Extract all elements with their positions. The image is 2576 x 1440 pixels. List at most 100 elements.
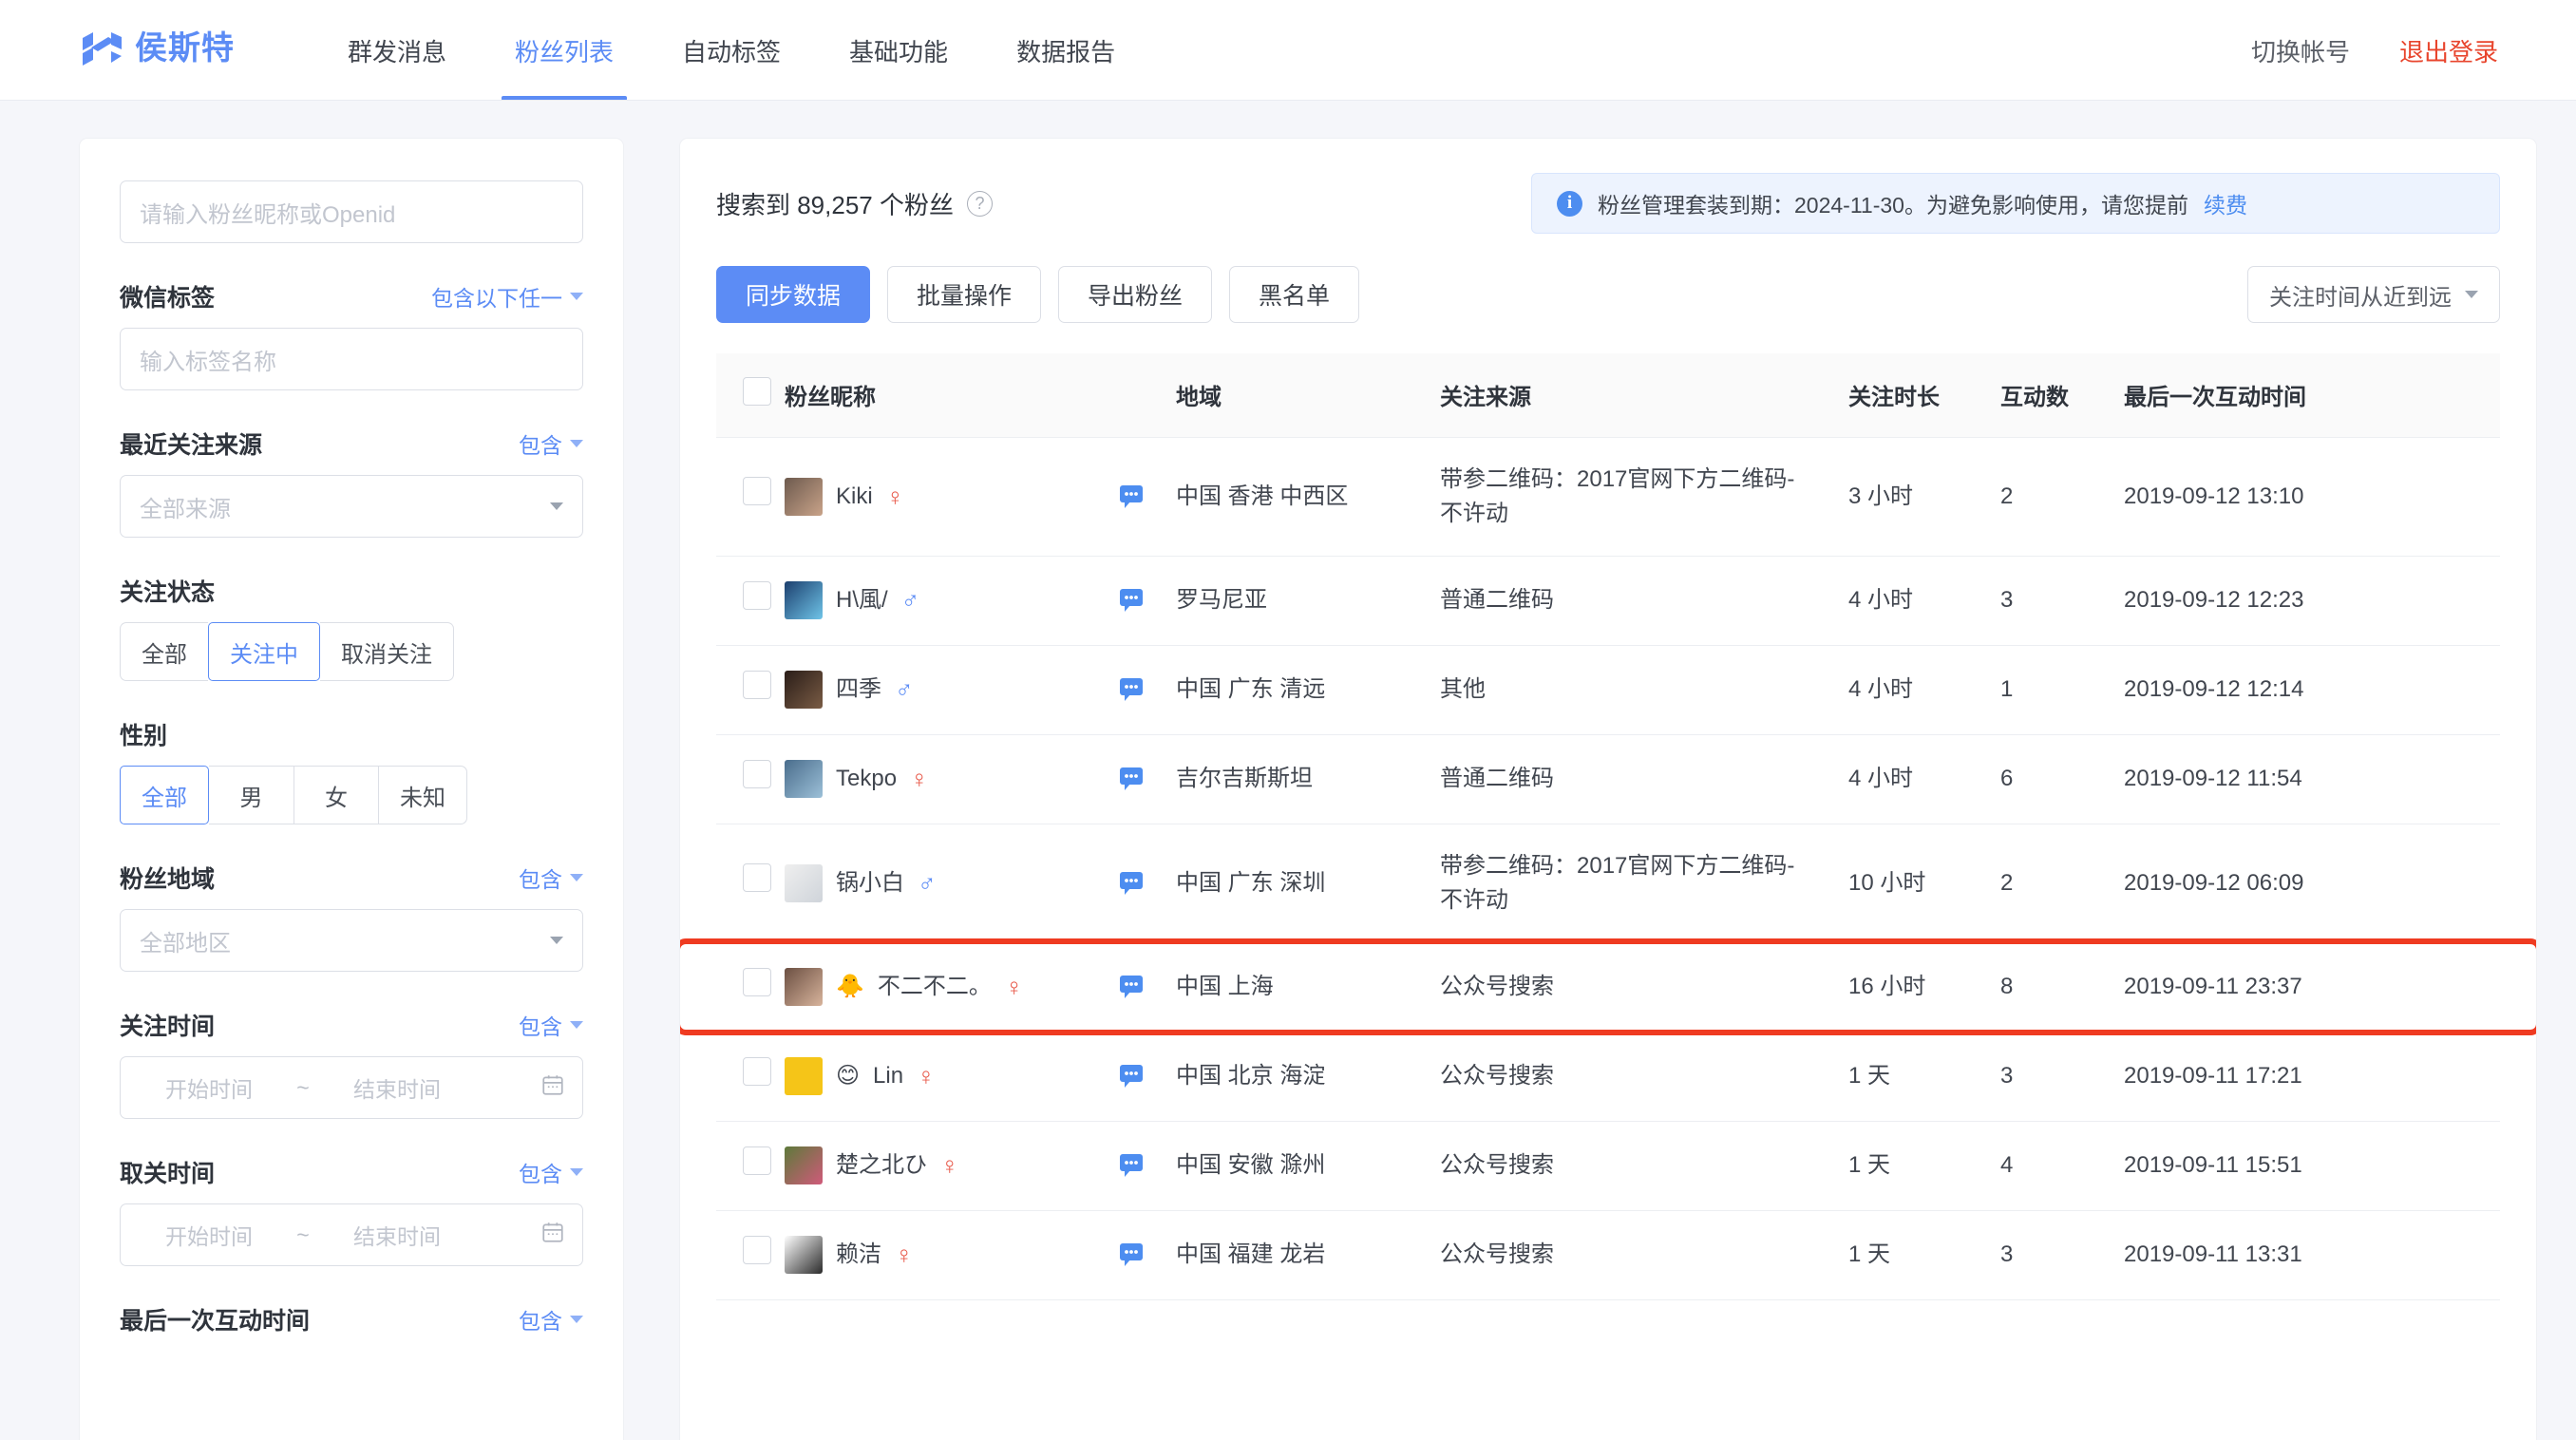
source-cell: 普通二维码 xyxy=(1440,556,1848,646)
row-checkbox[interactable] xyxy=(743,863,771,892)
nav-item-shujubaogao[interactable]: 数据报告 xyxy=(982,0,1149,101)
table-row[interactable]: 楚之北ひ ♀ 中国 安徽 滁州 公众号搜索 1 天 4 2019-09-11 15:51 xyxy=(716,1121,2500,1211)
row-checkbox[interactable] xyxy=(743,670,771,699)
table-row[interactable]: Kiki ♀ 中国 香港 中西区 带参二维码：2017官网下方二维码-不许动 3 小时 2… xyxy=(716,437,2500,557)
row-checkbox[interactable] xyxy=(743,759,771,788)
unfollow-time-range-picker[interactable]: 开始时间 ~ 结束时间 xyxy=(120,1203,583,1266)
nickname-text: 赖洁 xyxy=(836,1241,881,1267)
batch-operation-button[interactable]: 批量操作 xyxy=(887,266,1042,323)
source-cell: 带参二维码：2017官网下方二维码-不许动 xyxy=(1440,824,1848,943)
calendar-icon[interactable] xyxy=(540,1220,565,1250)
row-checkbox[interactable] xyxy=(743,1056,771,1086)
gender-segmented: 全部 男 女 未知 xyxy=(120,766,467,824)
gender-option-male[interactable]: 男 xyxy=(209,766,294,824)
select-all-checkbox[interactable] xyxy=(743,377,771,407)
gender-option-all[interactable]: 全部 xyxy=(120,766,209,824)
follow-time-mode-dropdown[interactable]: 包含 xyxy=(519,1009,583,1041)
nickname-text: 四季 xyxy=(836,676,881,702)
nav-item-jichugongneng[interactable]: 基础功能 xyxy=(815,0,982,101)
table-row[interactable]: 🐥 不二不二。 ♀ 中国 上海 公众号搜索 16 小时 8 2019-09-11 23:37 xyxy=(716,942,2500,1033)
column-region: 地域 xyxy=(1176,353,1440,438)
nav-item-qunfaxiaoxi[interactable]: 群发消息 xyxy=(313,0,481,101)
recent-source-mode-dropdown[interactable]: 包含 xyxy=(519,427,583,460)
nickname-emoji: 🐥 xyxy=(836,974,864,999)
nav-item-fensiliebiao[interactable]: 粉丝列表 xyxy=(481,0,648,101)
fan-region-label: 粉丝地域 xyxy=(120,866,216,893)
column-select-all xyxy=(716,353,785,438)
follow-status-option-unfollowed[interactable]: 取消关注 xyxy=(320,622,454,681)
chat-bubble-icon[interactable] xyxy=(1117,974,1146,1000)
recent-source-select[interactable]: 全部来源 xyxy=(120,475,583,538)
unfollow-time-label-row: 取关时间 包含 xyxy=(120,1155,583,1189)
follow-status-option-all[interactable]: 全部 xyxy=(120,622,208,681)
follow-time-label-row: 关注时间 包含 xyxy=(120,1008,583,1042)
unfollow-time-end-input[interactable]: 结束时间 xyxy=(326,1219,468,1251)
wechat-tag-input[interactable]: 输入标签名称 xyxy=(120,328,583,390)
source-cell: 公众号搜索 xyxy=(1440,1032,1848,1122)
wechat-tag-mode-dropdown[interactable]: 包含以下任一 xyxy=(431,280,583,313)
follow-time-start-input[interactable]: 开始时间 xyxy=(138,1071,280,1104)
main-nav: 群发消息 粉丝列表 自动标签 基础功能 数据报告 xyxy=(313,0,1149,101)
last-interact-cell: 2019-09-11 23:37 xyxy=(2124,942,2500,1033)
table-row[interactable]: H\風/ ♂ 罗马尼亚 普通二维码 4 小时 3 2019-09-12 12:23 xyxy=(716,556,2500,646)
follow-time-end-input[interactable]: 结束时间 xyxy=(326,1071,468,1104)
fan-region-mode-dropdown[interactable]: 包含 xyxy=(519,862,583,894)
chat-bubble-icon[interactable] xyxy=(1117,1152,1146,1179)
row-checkbox[interactable] xyxy=(743,967,771,996)
follow-status-option-following[interactable]: 关注中 xyxy=(208,622,320,681)
table-row[interactable]: Tekpo ♀ 吉尔吉斯斯坦 普通二维码 4 小时 6 2019-09-12 11:54 xyxy=(716,734,2500,824)
fan-region-value: 全部地区 xyxy=(140,930,231,957)
nav-item-zidongbiaoqian[interactable]: 自动标签 xyxy=(648,0,815,101)
brand-logo[interactable]: 侯斯特 xyxy=(80,0,235,101)
switch-account-link[interactable]: 切换帐号 xyxy=(2251,33,2350,68)
chat-bubble-icon[interactable] xyxy=(1117,870,1146,897)
blacklist-button[interactable]: 黑名单 xyxy=(1229,266,1360,323)
duration-cell: 4 小时 xyxy=(1848,556,2000,646)
gender-option-female[interactable]: 女 xyxy=(294,766,378,824)
nickname-text: Tekpo xyxy=(836,766,898,791)
follow-time-range-picker[interactable]: 开始时间 ~ 结束时间 xyxy=(120,1056,583,1119)
row-select-cell xyxy=(716,1210,785,1300)
row-checkbox[interactable] xyxy=(743,477,771,505)
logout-link[interactable]: 退出登录 xyxy=(2399,33,2498,68)
chat-bubble-icon[interactable] xyxy=(1117,1241,1146,1268)
gender-option-unknown[interactable]: 未知 xyxy=(378,766,467,824)
last-interact-time-mode-dropdown[interactable]: 包含 xyxy=(519,1303,583,1336)
chat-bubble-icon[interactable] xyxy=(1117,587,1146,614)
row-checkbox[interactable] xyxy=(743,580,771,610)
last-interact-cell: 2019-09-12 13:10 xyxy=(2124,437,2500,557)
calendar-icon[interactable] xyxy=(540,1072,565,1103)
table-row[interactable]: 锅小白 ♂ 中国 广东 深圳 带参二维码：2017官网下方二维码-不许动 10 小时 2 2… xyxy=(716,824,2500,943)
chat-bubble-icon[interactable] xyxy=(1117,1063,1146,1089)
table-toolbar: 同步数据 批量操作 导出粉丝 黑名单 关注时间从近到远 xyxy=(716,266,2500,323)
nickname-text: 锅小白 xyxy=(836,869,904,896)
question-mark-icon[interactable]: ? xyxy=(966,190,993,217)
column-source: 关注来源 xyxy=(1440,353,1848,438)
region-cell: 中国 上海 xyxy=(1176,942,1440,1033)
last-interact-cell: 2019-09-11 17:21 xyxy=(2124,1032,2500,1122)
renew-link[interactable]: 续费 xyxy=(2204,187,2247,219)
sort-order-value: 关注时间从近到远 xyxy=(2269,284,2452,311)
unfollow-time-start-input[interactable]: 开始时间 xyxy=(138,1219,280,1251)
region-cell: 中国 广东 深圳 xyxy=(1176,824,1440,943)
gender-label: 性别 xyxy=(120,723,168,749)
chat-bubble-icon[interactable] xyxy=(1117,676,1146,703)
row-checkbox[interactable] xyxy=(743,1235,771,1264)
chat-bubble-icon[interactable] xyxy=(1117,766,1146,792)
row-checkbox[interactable] xyxy=(743,1146,771,1175)
sort-order-select[interactable]: 关注时间从近到远 xyxy=(2247,266,2500,323)
sync-data-button[interactable]: 同步数据 xyxy=(716,266,871,323)
table-row[interactable]: 😊 Lin ♀ 中国 北京 海淀 公众号搜索 1 天 3 2019-09-11 17:21 xyxy=(716,1032,2500,1122)
info-icon: i xyxy=(1557,190,1582,217)
fan-region-select[interactable]: 全部地区 xyxy=(120,909,583,972)
nickname-cell: Kiki ♀ xyxy=(785,437,1117,557)
avatar xyxy=(785,863,823,902)
gender-icon: ♂ xyxy=(895,675,914,704)
search-input[interactable]: 请输入粉丝昵称或Openid xyxy=(120,180,583,243)
chat-bubble-icon[interactable] xyxy=(1117,483,1146,510)
unfollow-time-mode-dropdown[interactable]: 包含 xyxy=(519,1156,583,1188)
export-fans-button[interactable]: 导出粉丝 xyxy=(1058,266,1213,323)
table-row[interactable]: 赖洁 ♀ 中国 福建 龙岩 公众号搜索 1 天 3 2019-09-11 13:31 xyxy=(716,1210,2500,1300)
gender-icon: ♀ xyxy=(1004,973,1024,1001)
table-row[interactable]: 四季 ♂ 中国 广东 清远 其他 4 小时 1 2019-09-12 12:14 xyxy=(716,645,2500,735)
